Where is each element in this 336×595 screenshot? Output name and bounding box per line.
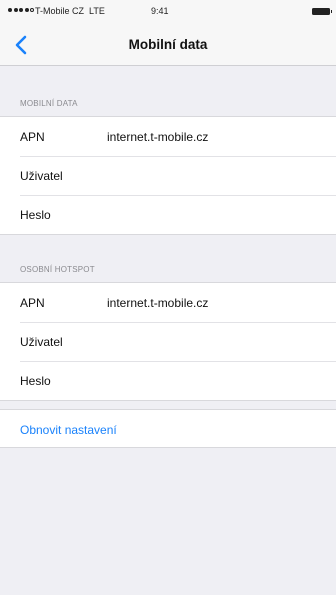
battery-icon [312,8,332,15]
row-label: APN [20,129,45,144]
list-item-apn[interactable]: APN internet.t-mobile.cz [0,117,336,156]
row-label: Uživatel [20,168,63,183]
list-item-password[interactable]: Heslo [0,195,336,234]
list-item-username[interactable]: Uživatel [0,156,336,195]
network-type: LTE [89,6,105,16]
status-time: 9:41 [151,6,169,16]
signal-strength-icon [8,8,34,12]
list-item-username[interactable]: Uživatel [0,322,336,361]
section-header-personal-hotspot: OSOBNÍ HOTSPOT [20,265,95,274]
apn-field[interactable]: internet.t-mobile.cz [107,296,208,310]
reset-settings-button[interactable]: Obnovit nastavení [20,423,117,437]
carrier-name: T-Mobile CZ LTE [35,6,105,16]
list-item-apn[interactable]: APN internet.t-mobile.cz [0,283,336,322]
mobile-data-group: APN internet.t-mobile.cz Uživatel Heslo [0,116,336,235]
page-title: Mobilní data [128,37,208,52]
list-item-password[interactable]: Heslo [0,361,336,400]
row-label: Uživatel [20,334,63,349]
row-label: APN [20,295,45,310]
row-label: Heslo [20,207,51,222]
row-label: Heslo [20,373,51,388]
status-bar: T-Mobile CZ LTE 9:41 [0,0,336,24]
navigation-bar: Mobilní data [0,24,336,66]
personal-hotspot-group: APN internet.t-mobile.cz Uživatel Heslo [0,282,336,401]
apn-field[interactable]: internet.t-mobile.cz [107,130,208,144]
section-header-mobile-data: MOBILNÍ DATA [20,99,78,108]
reset-settings-row[interactable]: Obnovit nastavení [0,409,336,448]
